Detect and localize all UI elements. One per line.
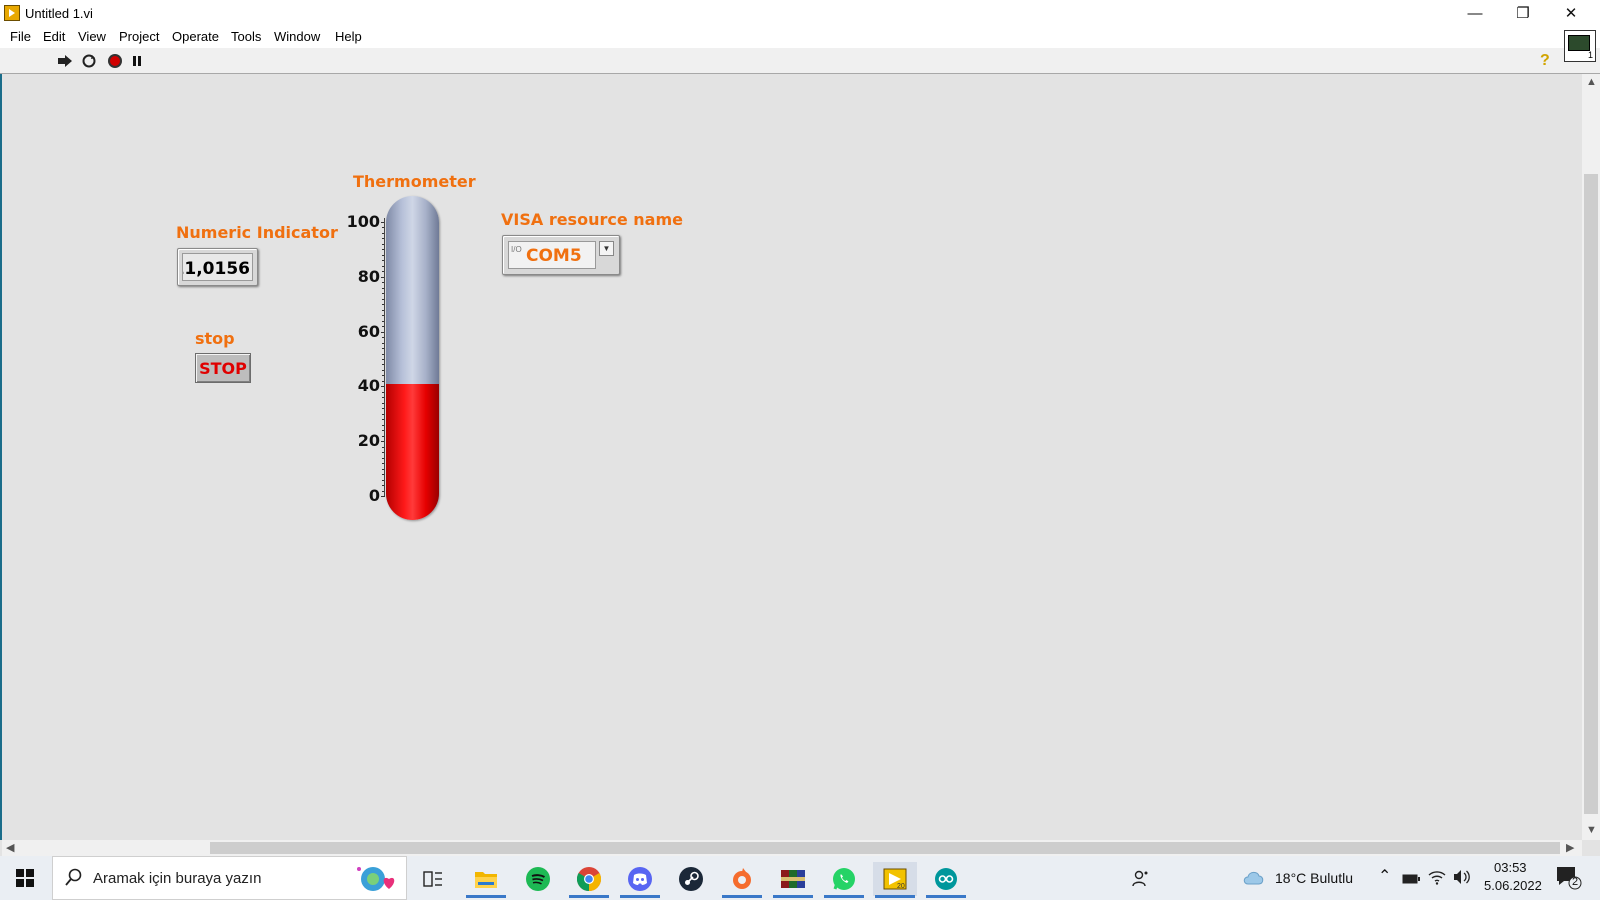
numeric-indicator-label: Numeric Indicator — [176, 223, 338, 242]
thermometer-scale-label: 100 — [346, 212, 380, 231]
numeric-indicator: 11,0156 — [177, 248, 258, 286]
labview-vi-icon — [4, 5, 20, 21]
search-placeholder: Aramak için buraya yazın — [93, 870, 262, 887]
menu-edit[interactable]: Edit — [43, 29, 65, 44]
thermometer-axis — [384, 218, 385, 496]
thermometer-scale-label: 80 — [357, 266, 380, 286]
menu-bar: File Edit View Project Operate Tools Win… — [0, 26, 1600, 48]
thermometer-scale-label: 0 — [368, 486, 380, 505]
clock-time[interactable]: 03:53 — [1494, 860, 1527, 875]
horizontal-scroll-thumb[interactable] — [210, 842, 1560, 854]
spotify-icon[interactable] — [516, 862, 560, 896]
menu-project[interactable]: Project — [119, 29, 159, 44]
notification-count: 2 — [1572, 876, 1579, 888]
menu-window[interactable]: Window — [274, 29, 320, 44]
abort-icon[interactable] — [107, 53, 123, 69]
thermometer-scale-label: 60 — [357, 321, 380, 341]
window-title: Untitled 1.vi — [25, 6, 93, 21]
windows-start-icon[interactable] — [0, 856, 50, 900]
volume-icon[interactable] — [1452, 868, 1470, 891]
chrome-icon[interactable] — [567, 862, 611, 898]
clock-date[interactable]: 5.06.2022 — [1484, 878, 1542, 893]
run-continuously-icon[interactable] — [81, 53, 97, 69]
visa-resource-control[interactable]: I/O COM5 ▼ — [502, 235, 620, 275]
vi-icon-number: 1 — [1587, 50, 1593, 60]
svg-text:20: 20 — [897, 883, 905, 890]
context-help-icon[interactable]: ? — [1540, 52, 1558, 70]
steam-icon[interactable] — [669, 862, 713, 896]
taskbar: Aramak için buraya yazın 20 18°C Bulutlu… — [0, 856, 1600, 900]
scroll-down-icon[interactable]: ▼ — [1586, 824, 1597, 836]
weather-cloud-icon[interactable] — [1242, 868, 1266, 891]
search-icon — [65, 868, 83, 891]
file-explorer-icon[interactable] — [464, 862, 508, 898]
visa-resource-field[interactable]: I/O COM5 — [508, 241, 596, 269]
toolbar — [0, 48, 1600, 74]
minimize-button[interactable]: — — [1452, 0, 1498, 26]
run-icon[interactable] — [57, 53, 73, 69]
vi-connector-icon[interactable]: 1 — [1564, 30, 1596, 62]
menu-operate[interactable]: Operate — [172, 29, 219, 44]
thermometer — [386, 196, 439, 520]
stop-label: stop — [195, 329, 235, 348]
menu-file[interactable]: File — [10, 29, 31, 44]
thermometer-scale-label: 20 — [357, 431, 380, 451]
thermometer-fill — [386, 383, 439, 520]
vertical-scroll-thumb[interactable] — [1584, 174, 1598, 814]
chevron-down-icon[interactable]: ▼ — [599, 241, 614, 256]
pause-icon[interactable] — [129, 53, 145, 69]
taskbar-search[interactable]: Aramak için buraya yazın — [52, 856, 407, 900]
thermometer-scale-label: 40 — [357, 376, 380, 396]
stop-button-text: STOP — [199, 358, 247, 378]
title-bar: Untitled 1.vi — ❐ ✕ — [0, 0, 1600, 26]
io-icon: I/O — [511, 245, 522, 254]
close-button[interactable]: ✕ — [1548, 0, 1594, 26]
origin-icon[interactable] — [720, 862, 764, 898]
scroll-right-icon[interactable]: ▶ — [1566, 841, 1574, 854]
vertical-scrollbar[interactable]: ▲ ▼ — [1582, 74, 1600, 840]
people-icon[interactable] — [1118, 862, 1162, 896]
search-highlights-icon — [353, 865, 401, 898]
weather-text[interactable]: 18°C Bulutlu — [1275, 870, 1353, 886]
scroll-up-icon[interactable]: ▲ — [1586, 76, 1597, 88]
horizontal-scrollbar[interactable]: ◀ ▶ — [2, 840, 1582, 856]
front-panel — [2, 74, 1582, 840]
menu-help[interactable]: Help — [335, 29, 362, 44]
discord-icon[interactable] — [618, 862, 662, 898]
numeric-indicator-value: 11,0156 — [183, 259, 250, 279]
visa-resource-label: VISA resource name — [501, 210, 683, 229]
stop-button[interactable]: STOP — [195, 353, 251, 383]
battery-icon[interactable] — [1402, 872, 1420, 890]
thermometer-label: Thermometer — [353, 172, 476, 191]
menu-tools[interactable]: Tools — [231, 29, 261, 44]
visa-resource-value: COM5 — [526, 246, 582, 266]
chevron-up-icon[interactable]: ⌃ — [1378, 866, 1391, 886]
whatsapp-icon[interactable] — [822, 862, 866, 898]
scroll-left-icon[interactable]: ◀ — [6, 841, 14, 854]
menu-view[interactable]: View — [78, 29, 106, 44]
arduino-icon[interactable] — [924, 862, 968, 898]
winrar-icon[interactable] — [771, 862, 815, 898]
wifi-icon[interactable] — [1428, 868, 1446, 891]
restore-button[interactable]: ❐ — [1500, 0, 1546, 26]
task-view-icon[interactable] — [411, 862, 455, 896]
thermometer-tick — [381, 496, 385, 497]
labview-icon[interactable]: 20 — [873, 862, 917, 898]
